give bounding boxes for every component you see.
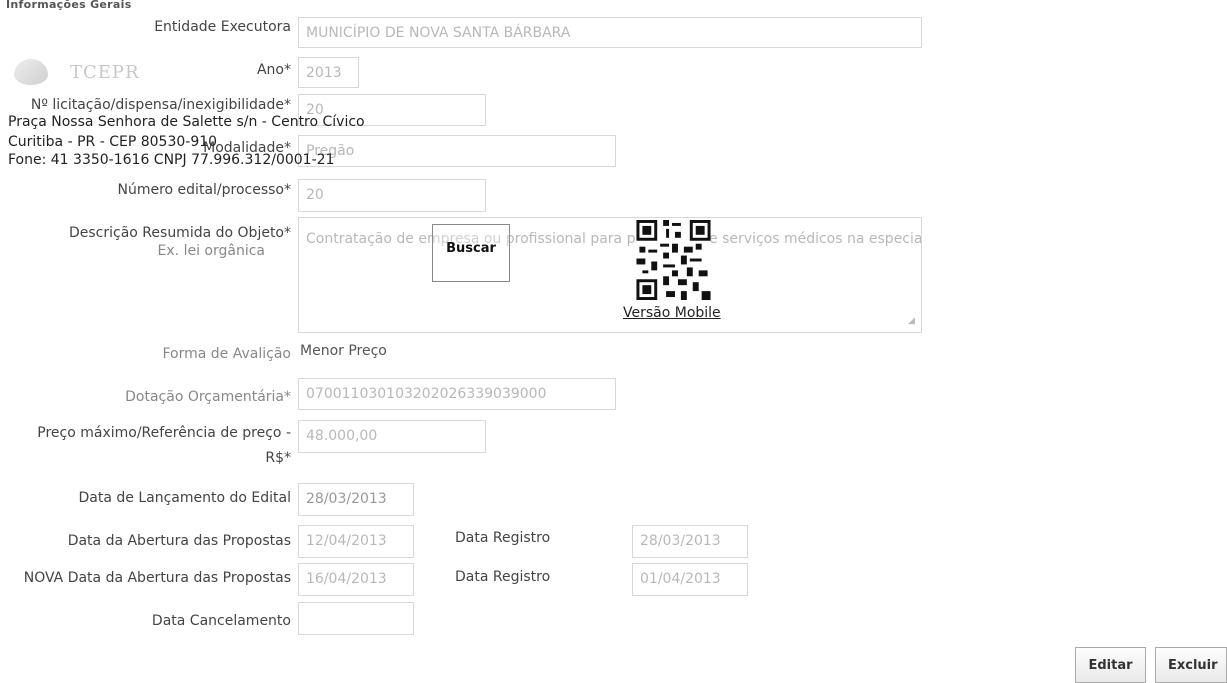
dotacao-label: Dotação Orçamentária*: [125, 389, 291, 405]
registro-field-2[interactable]: 01/04/2013: [632, 563, 748, 596]
modalidade-select[interactable]: Pregão: [298, 135, 616, 167]
nova-abertura-field[interactable]: 16/04/2013: [298, 563, 414, 596]
editar-button[interactable]: Editar: [1075, 647, 1146, 683]
buscar-button[interactable]: Buscar: [432, 224, 510, 282]
preco-label: Preço máximo/Referência de preço -: [37, 425, 291, 441]
address-line-3: Fone: 41 3350-1616 CNPJ 77.996.312/0001-…: [8, 152, 335, 168]
edital-label: Número edital/processo*: [117, 182, 292, 198]
preco-field[interactable]: 48.000,00: [298, 420, 486, 453]
forma-label: Forma de Avalição: [162, 346, 292, 362]
address-line-2: Curitiba - PR - CEP 80530-910: [8, 134, 218, 150]
descricao-textarea[interactable]: Contratação de empresa ou profissional p…: [298, 217, 922, 333]
dotacao-field[interactable]: 070011030103202026339039000: [298, 378, 616, 410]
logo-mark-icon: [14, 59, 48, 85]
abertura-label: Data da Abertura das Propostas: [67, 533, 291, 549]
registro-label-2: Data Registro: [455, 569, 551, 585]
ano-field[interactable]: 2013: [298, 57, 359, 88]
registro-label-1: Data Registro: [455, 530, 551, 546]
preco-label-currency: R$*: [265, 450, 291, 466]
entidade-label: Entidade Executora: [154, 19, 291, 35]
resize-grip-icon[interactable]: ◢: [908, 316, 918, 326]
entidade-field[interactable]: MUNICÍPIO DE NOVA SANTA BÁRBARA: [298, 17, 922, 48]
nova-abertura-label: NOVA Data da Abertura das Propostas: [23, 570, 291, 586]
registro-field-1[interactable]: 28/03/2013: [632, 525, 748, 558]
ano-label: Ano*: [256, 62, 291, 78]
forma-value: Menor Preço: [300, 343, 387, 359]
qr-code-icon: [636, 220, 711, 300]
lancamento-field[interactable]: 28/03/2013: [298, 483, 414, 516]
cancelamento-field[interactable]: [298, 602, 414, 635]
descricao-label: Descrição Resumida do Objeto*: [68, 225, 291, 241]
lancamento-label: Data de Lançamento do Edital: [78, 490, 291, 506]
cancelamento-label: Data Cancelamento: [151, 613, 291, 629]
tce-logo: TCEPR: [14, 52, 154, 92]
versao-mobile-link[interactable]: Versão Mobile: [623, 305, 721, 321]
excluir-button[interactable]: Excluir: [1155, 647, 1227, 683]
section-title: Informações Gerais: [6, 0, 132, 11]
abertura-field[interactable]: 12/04/2013: [298, 525, 414, 558]
address-line-1: Praça Nossa Senhora de Salette s/n - Cen…: [8, 114, 365, 130]
edital-field[interactable]: 20: [298, 179, 486, 212]
descricao-hint: Ex. lei orgânica: [157, 243, 265, 259]
licitacao-label: Nº licitação/dispensa/inexigibilidade*: [30, 97, 291, 113]
logo-text: TCEPR: [70, 61, 140, 83]
